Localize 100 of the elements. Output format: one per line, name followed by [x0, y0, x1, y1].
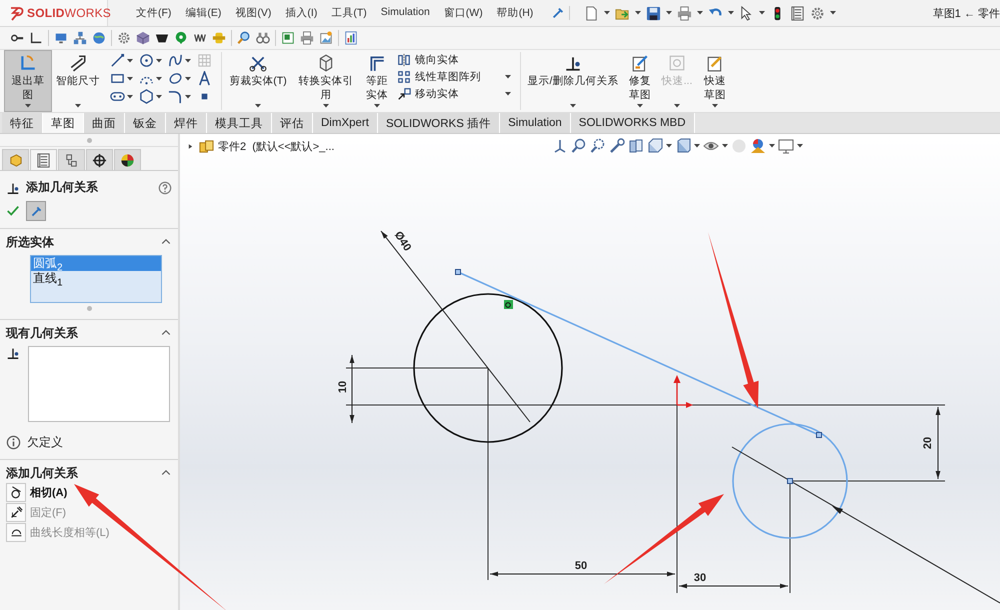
dimension-line[interactable] — [936, 406, 940, 480]
chart-icon[interactable] — [344, 31, 358, 45]
ribbon-button[interactable]: 修复草图 — [622, 50, 658, 112]
pin-icon[interactable] — [551, 6, 566, 20]
dimension-text[interactable]: 20 — [922, 436, 934, 450]
network-icon[interactable] — [73, 31, 87, 45]
line-icon[interactable] — [110, 53, 125, 68]
caret-icon[interactable] — [323, 104, 329, 108]
ribbon-command[interactable]: 移动实体 — [415, 87, 459, 101]
ribbon-button[interactable]: 转换实体引用 — [291, 50, 361, 112]
caret-icon[interactable] — [694, 144, 700, 148]
caret-icon[interactable] — [127, 58, 133, 62]
caret-icon[interactable] — [666, 11, 672, 15]
caret-icon[interactable] — [697, 11, 704, 15]
scene-icon[interactable] — [750, 138, 766, 154]
panel-tab[interactable] — [30, 149, 57, 170]
ribbon-tab[interactable]: 钣金 — [125, 113, 166, 133]
tangent-relation-icon[interactable] — [504, 300, 513, 309]
rectangle-icon[interactable] — [110, 71, 125, 86]
caret-icon[interactable] — [505, 75, 511, 79]
list-item[interactable]: 直线$_{1}$ — [31, 271, 161, 286]
menu-item[interactable]: 文件(F) — [136, 6, 172, 20]
caret-icon[interactable] — [374, 104, 380, 108]
caret-icon[interactable] — [712, 104, 718, 108]
leader-line[interactable] — [380, 230, 530, 422]
caret-icon[interactable] — [185, 76, 191, 80]
section-view-icon[interactable] — [628, 138, 644, 154]
ribbon-tab[interactable]: DimXpert — [313, 113, 378, 133]
help-icon[interactable] — [158, 180, 172, 194]
caret-icon[interactable] — [728, 11, 734, 15]
caret-icon[interactable] — [156, 58, 162, 62]
ribbon-tab[interactable]: 特征 — [2, 113, 43, 133]
caret-icon[interactable] — [769, 144, 775, 148]
caret-icon[interactable] — [185, 94, 191, 98]
text-tool-icon[interactable] — [197, 71, 212, 86]
caret-icon[interactable] — [156, 94, 162, 98]
ribbon-tab[interactable]: SOLIDWORKS MBD — [570, 113, 695, 133]
caret-icon[interactable] — [570, 104, 576, 108]
caret-icon[interactable] — [666, 144, 672, 148]
monitor-icon[interactable] — [54, 31, 68, 45]
caret-icon[interactable] — [127, 94, 133, 98]
caret-icon[interactable] — [25, 104, 31, 108]
gear-icon[interactable] — [117, 31, 131, 45]
spreadsheet-icon[interactable] — [281, 31, 295, 45]
magnifier-icon[interactable] — [237, 31, 251, 45]
sketch-circle[interactable] — [413, 293, 563, 443]
caret-icon[interactable] — [759, 11, 766, 15]
spline-icon[interactable] — [168, 53, 183, 68]
feature-tree-breadcrumb[interactable]: 零件2 (默认<<默认>_... — [218, 139, 334, 154]
angle-icon[interactable] — [29, 31, 43, 45]
zoom-to-fit-icon[interactable] — [571, 138, 587, 154]
dimension-text[interactable]: 10 — [337, 380, 349, 394]
globe-icon[interactable] — [92, 31, 106, 45]
ribbon-tab[interactable]: Simulation — [500, 113, 571, 133]
menu-item[interactable]: 插入(I) — [285, 6, 318, 20]
caret-icon[interactable] — [635, 11, 642, 15]
ribbon-tab[interactable]: 曲面 — [84, 113, 125, 133]
cube-views-icon[interactable] — [647, 138, 663, 154]
slot-icon[interactable] — [110, 89, 125, 104]
panel-tab[interactable] — [86, 149, 113, 170]
location-marker-icon[interactable] — [174, 31, 188, 45]
ribbon-tab[interactable]: 草图 — [43, 113, 84, 133]
grip-dot[interactable] — [86, 138, 92, 142]
ribbon-button[interactable]: 显示/删除几何关系 — [524, 50, 622, 112]
list-item[interactable]: 圆弧$_{2}$ — [31, 256, 161, 271]
caret-icon[interactable] — [830, 11, 836, 15]
caret-icon[interactable] — [797, 144, 803, 148]
ribbon-tab[interactable]: 焊件 — [166, 113, 207, 133]
dimension-line[interactable] — [678, 584, 788, 588]
axis-icon[interactable] — [552, 138, 568, 154]
polygon-icon[interactable] — [139, 89, 154, 104]
checkmark-icon[interactable] — [6, 204, 20, 218]
fillet-icon[interactable] — [168, 89, 183, 104]
circle-icon[interactable] — [139, 53, 154, 68]
center-point-handle[interactable] — [787, 478, 793, 484]
caret-icon[interactable] — [637, 104, 643, 108]
display-icon[interactable] — [778, 138, 794, 154]
panel-tab[interactable] — [114, 149, 141, 170]
dimension-text[interactable]: 30 — [694, 572, 706, 584]
cursor-icon[interactable] — [739, 6, 754, 20]
caret-icon[interactable] — [75, 104, 81, 108]
caret-icon[interactable] — [156, 76, 162, 80]
relation-option[interactable]: 相切(A) — [30, 485, 68, 500]
cube-icon[interactable] — [136, 31, 150, 45]
zoom-area-icon[interactable] — [590, 138, 606, 154]
pin-button[interactable] — [26, 201, 46, 221]
ribbon-tab[interactable]: SOLIDWORKS 插件 — [378, 113, 500, 133]
endpoint-handle[interactable] — [455, 269, 461, 275]
ribbon-tab[interactable]: 模具工具 — [207, 113, 272, 133]
ribbon-tab[interactable]: 评估 — [272, 113, 313, 133]
caret-icon[interactable] — [255, 104, 261, 108]
caret-icon[interactable] — [722, 144, 728, 148]
dimension-line[interactable] — [490, 572, 676, 576]
menu-item[interactable]: 视图(V) — [235, 6, 272, 20]
caret-icon[interactable] — [127, 76, 133, 80]
picture-icon[interactable] — [319, 31, 333, 45]
entity-list[interactable]: 圆弧$_{2}$ 直线$_{1}$ — [30, 255, 162, 303]
ribbon-button[interactable]: 快速草图 — [696, 50, 734, 112]
menu-item[interactable]: 工具(T) — [331, 6, 367, 20]
grip-dot[interactable] — [86, 306, 92, 310]
